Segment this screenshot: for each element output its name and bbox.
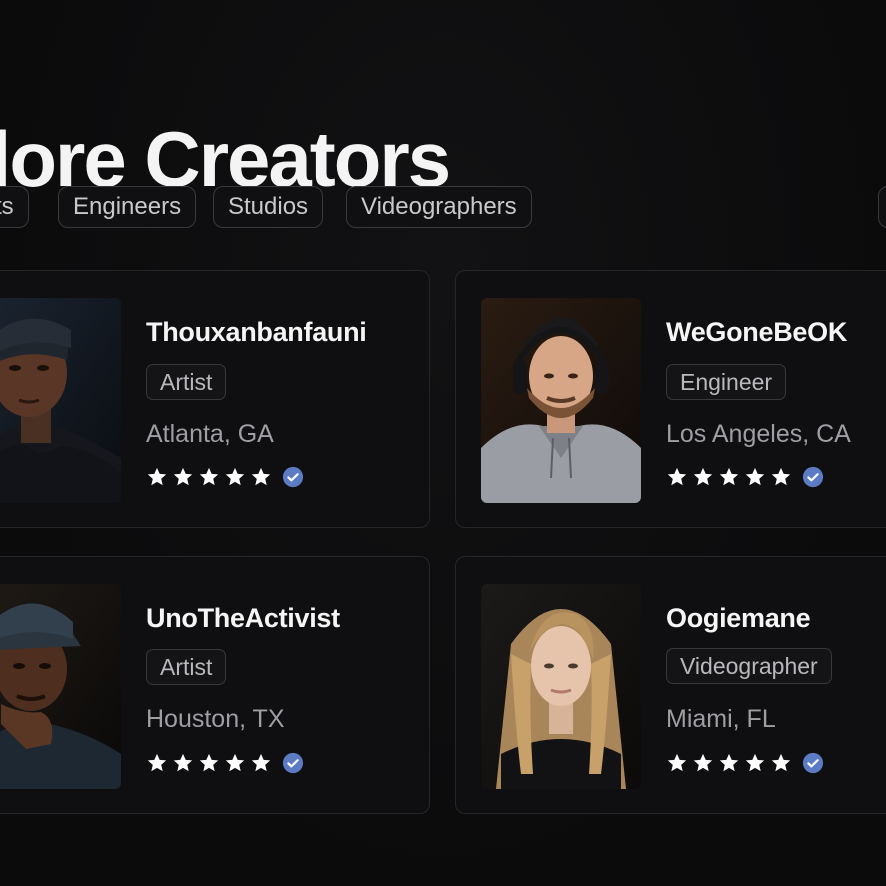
star-icon	[199, 753, 219, 772]
filter-chip-studios[interactable]: Studios	[213, 186, 324, 228]
star-icon	[225, 753, 245, 772]
creator-avatar	[481, 584, 641, 789]
star-icon	[251, 753, 271, 772]
star-icon	[719, 467, 739, 486]
creator-location: Los Angeles, CA	[666, 420, 851, 448]
star-icon	[199, 467, 219, 486]
star-icon	[745, 753, 765, 772]
role-tag: Artist	[146, 649, 227, 685]
role-tag: Videographer	[666, 648, 832, 684]
star-icon	[771, 753, 791, 772]
creator-location: Houston, TX	[146, 705, 285, 733]
star-icon	[147, 753, 167, 772]
rating	[666, 466, 824, 488]
filter-chip-artists[interactable]: ts	[0, 186, 29, 228]
verified-check-icon	[802, 466, 824, 488]
role-tag: Artist	[146, 364, 227, 400]
star-icon	[147, 467, 167, 486]
star-icon	[225, 467, 245, 486]
verified-check-icon	[282, 752, 304, 774]
star-icon	[251, 467, 271, 486]
filter-chip-engineers[interactable]: Engineers	[58, 186, 197, 228]
star-icon	[693, 753, 713, 772]
star-icon	[719, 753, 739, 772]
creator-name[interactable]: WeGoneBeOK	[666, 317, 847, 348]
star-icon	[667, 753, 687, 772]
star-icon	[693, 467, 713, 486]
rating	[666, 752, 824, 774]
filter-chip-videographers[interactable]: Videographers	[346, 186, 532, 228]
star-icon	[173, 753, 193, 772]
verified-check-icon	[282, 466, 304, 488]
star-icon	[667, 467, 687, 486]
creator-card[interactable]: UnoTheActivist Artist Houston, TX	[0, 556, 430, 814]
role-tag: Engineer	[666, 364, 787, 400]
star-icon	[771, 467, 791, 486]
creator-name[interactable]: Oogiemane	[666, 603, 811, 634]
creator-location: Atlanta, GA	[146, 420, 274, 448]
rating	[146, 466, 304, 488]
creator-avatar	[481, 298, 641, 503]
creator-avatar	[0, 298, 121, 503]
verified-check-icon	[802, 752, 824, 774]
rating	[146, 752, 304, 774]
star-icon	[745, 467, 765, 486]
creator-location: Miami, FL	[666, 705, 776, 733]
creator-name[interactable]: Thouxanbanfauni	[146, 317, 367, 348]
filter-chip-more[interactable]	[878, 186, 886, 228]
creator-card[interactable]: Thouxanbanfauni Artist Atlanta, GA	[0, 270, 430, 528]
creator-avatar	[0, 584, 121, 789]
explore-page: plore Creators ts Engineers Studios Vide…	[0, 0, 886, 886]
star-icon	[173, 467, 193, 486]
creator-name[interactable]: UnoTheActivist	[146, 603, 340, 634]
creator-card[interactable]: Oogiemane Videographer Miami, FL	[455, 556, 886, 814]
creator-card[interactable]: WeGoneBeOK Engineer Los Angeles, CA	[455, 270, 886, 528]
